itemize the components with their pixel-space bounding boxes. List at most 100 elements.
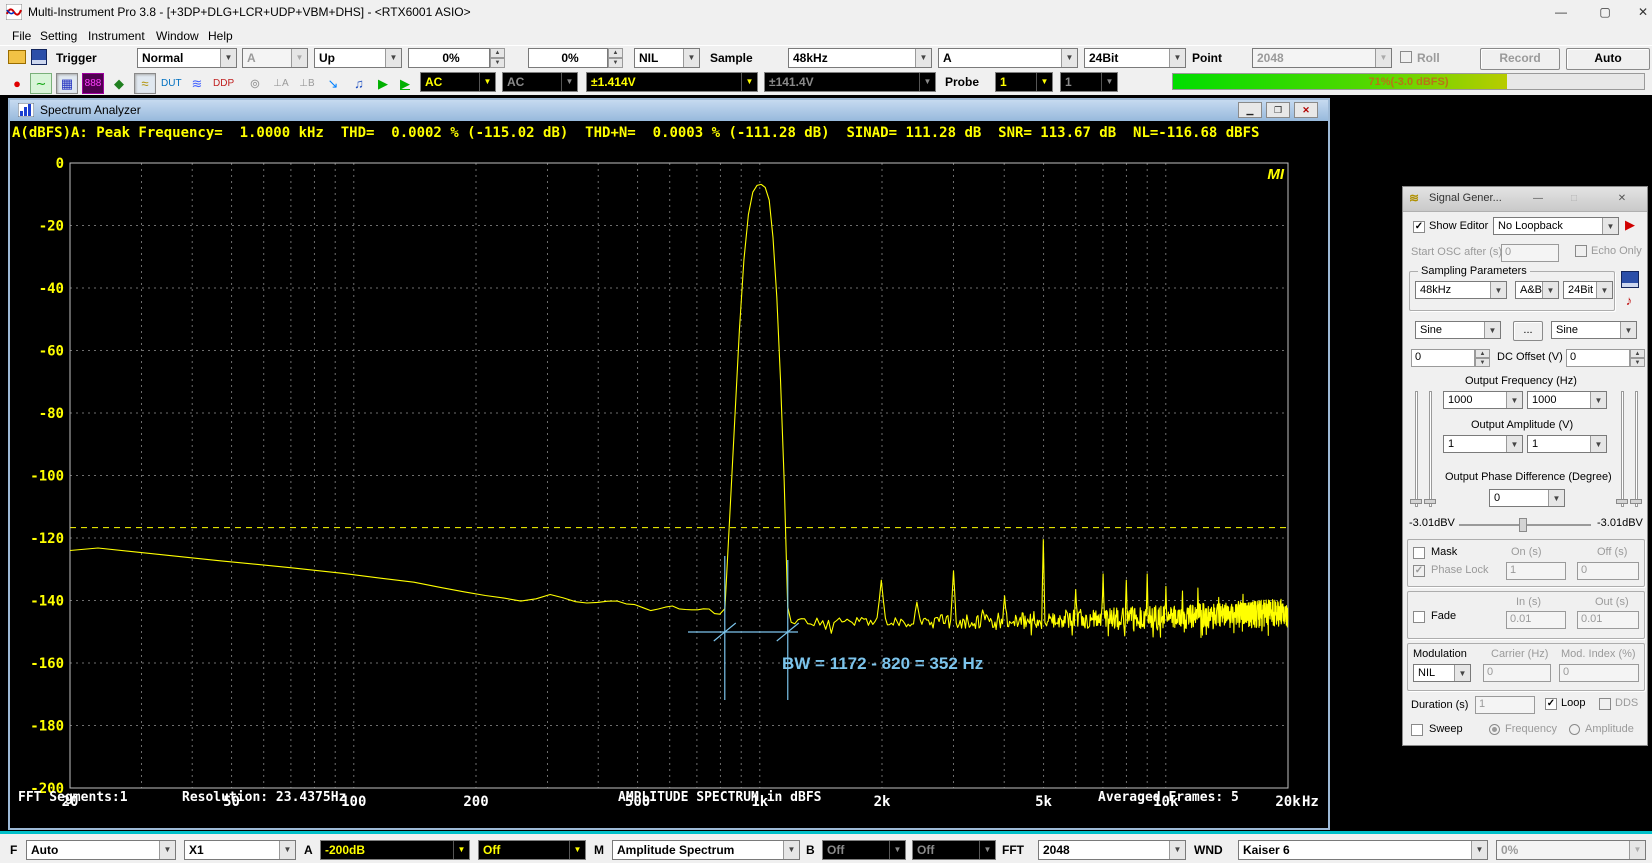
oscilloscope-icon[interactable]: ∼ xyxy=(30,73,52,94)
signal-generator-icon[interactable]: ≈ xyxy=(134,73,156,94)
restore-icon[interactable]: ❐ xyxy=(1266,102,1290,118)
dc-offset-b-spinner[interactable]: ▲▼ xyxy=(1630,349,1645,367)
save-icon[interactable] xyxy=(31,49,47,65)
window-function-select[interactable]: Kaiser 6▼ xyxy=(1238,840,1488,860)
generator-bits-select[interactable]: 24Bit▼ xyxy=(1563,281,1613,299)
spectrum-analyzer-icon[interactable]: ▦ xyxy=(56,73,78,94)
fade-out-input[interactable]: 0.01 xyxy=(1577,611,1639,629)
freq-axis-mode-select[interactable]: Auto▼ xyxy=(26,840,176,860)
device-test-plan-icon[interactable]: DUT xyxy=(160,73,182,94)
mod-index-input[interactable]: 0 xyxy=(1559,664,1639,682)
phase-select[interactable]: 0▼ xyxy=(1489,489,1565,507)
ddp-viewer-icon[interactable]: DDP xyxy=(212,73,234,94)
menu-setting[interactable]: Setting xyxy=(36,27,81,45)
roll-checkbox[interactable] xyxy=(1400,51,1412,63)
carrier-input[interactable]: 0 xyxy=(1483,664,1551,682)
fade-checkbox[interactable] xyxy=(1413,611,1425,623)
trigger-level-spinner[interactable]: ▲▼ xyxy=(490,48,505,68)
amplitude-b-select[interactable]: 1▼ xyxy=(1527,435,1607,453)
modulation-select[interactable]: NIL▼ xyxy=(1413,664,1471,682)
duration-input[interactable]: 1 xyxy=(1475,696,1535,714)
minimize-icon[interactable]: — xyxy=(1546,3,1576,21)
generator-rate-select[interactable]: 48kHz▼ xyxy=(1415,281,1507,299)
fader-a2-track[interactable] xyxy=(1429,391,1432,507)
phase-lock-checkbox[interactable] xyxy=(1413,565,1425,577)
frequency-b-select[interactable]: 1000▼ xyxy=(1527,391,1607,409)
trigger-source-select[interactable]: A▼ xyxy=(242,48,308,68)
range-a-select[interactable]: ±1.414V▼ xyxy=(586,72,758,92)
loop-checkbox[interactable] xyxy=(1545,698,1557,710)
run-loop-icon[interactable]: ▶ xyxy=(394,73,416,94)
fft-points-select[interactable]: 2048▼ xyxy=(1038,840,1186,860)
menu-help[interactable]: Help xyxy=(204,27,237,45)
dc-offset-a-spinner[interactable]: ▲▼ xyxy=(1475,349,1490,367)
record-icon[interactable]: ● xyxy=(6,73,28,94)
save-signal-icon[interactable] xyxy=(1621,271,1639,288)
maximize-icon[interactable]: ▢ xyxy=(1590,3,1620,21)
zoom-select[interactable]: X1▼ xyxy=(184,840,296,860)
fader-b2-handle[interactable] xyxy=(1630,499,1642,504)
amplitude-a-select[interactable]: 1▼ xyxy=(1443,435,1523,453)
echo-only-checkbox[interactable] xyxy=(1575,245,1587,257)
fader-a1-handle[interactable] xyxy=(1410,499,1422,504)
dc-offset-a-input[interactable]: 0 xyxy=(1411,349,1475,367)
probe-b-select[interactable]: 1▼ xyxy=(1060,72,1118,92)
coupling-b-select[interactable]: AC▼ xyxy=(502,72,578,92)
mask-on-input[interactable]: 1 xyxy=(1506,562,1566,580)
range-b-select[interactable]: ±141.4V▼ xyxy=(764,72,936,92)
mask-off-input[interactable]: 0 xyxy=(1577,562,1639,580)
start-osc-input[interactable]: 0 xyxy=(1501,244,1559,262)
loopback-select[interactable]: No Loopback▼ xyxy=(1493,217,1619,235)
fader-b1-track[interactable] xyxy=(1621,391,1624,507)
menu-window[interactable]: Window xyxy=(152,27,203,45)
derived-data-icon[interactable]: ≋ xyxy=(186,73,208,94)
waveform-a-select[interactable]: Sine▼ xyxy=(1415,321,1501,339)
trigger-edge-select[interactable]: Up▼ xyxy=(314,48,402,68)
points-select[interactable]: 2048▼ xyxy=(1252,48,1392,68)
mic-icon[interactable]: ⊚ xyxy=(244,73,266,94)
show-editor-checkbox[interactable] xyxy=(1413,221,1425,233)
fader-b2-track[interactable] xyxy=(1635,391,1638,507)
trigger-mode-select[interactable]: Normal▼ xyxy=(137,48,237,68)
menu-file[interactable]: File xyxy=(8,27,35,45)
b-range-select[interactable]: Off▼ xyxy=(822,840,906,860)
hpf-select[interactable]: NIL▼ xyxy=(634,48,700,68)
a-display-select[interactable]: Off▼ xyxy=(478,840,586,860)
xy-plot-icon[interactable]: ◆ xyxy=(108,73,130,94)
b-display-select[interactable]: Off▼ xyxy=(912,840,996,860)
balance-slider-handle[interactable] xyxy=(1519,518,1527,532)
fader-b1-handle[interactable] xyxy=(1616,499,1628,504)
spectrum-chart[interactable]: 20501002005001k2k5k10k20kHz0-20-40-60-80… xyxy=(10,121,1328,828)
auto-button[interactable]: Auto xyxy=(1566,48,1650,70)
minimize-icon[interactable]: ▁ xyxy=(1238,102,1262,118)
coupling-a-select[interactable]: AC▼ xyxy=(420,72,496,92)
run-icon[interactable]: ▶ xyxy=(372,73,394,94)
speaker-icon[interactable]: ♫ xyxy=(348,73,370,94)
fader-a2-handle[interactable] xyxy=(1424,499,1436,504)
maximize-icon[interactable]: □ xyxy=(1563,192,1585,206)
zero-a-icon[interactable]: ⊥A xyxy=(270,73,292,94)
close-icon[interactable]: ✕ xyxy=(1294,102,1318,118)
fader-a1-track[interactable] xyxy=(1415,391,1418,507)
sweep-amplitude-radio[interactable] xyxy=(1569,724,1580,735)
multimeter-icon[interactable]: 888 xyxy=(82,73,104,94)
zero-b-icon[interactable]: ⊥B xyxy=(296,73,318,94)
trigger-delay-spinner[interactable]: ▲▼ xyxy=(608,48,623,68)
spectrum-window-titlebar[interactable]: Spectrum Analyzer ▁ ❐ ✕ xyxy=(10,100,1328,121)
bit-depth-select[interactable]: 24Bit▼ xyxy=(1084,48,1186,68)
sweep-checkbox[interactable] xyxy=(1411,724,1423,736)
close-icon[interactable]: ✕ xyxy=(1611,192,1633,206)
record-button[interactable]: Record xyxy=(1480,48,1560,70)
frequency-a-select[interactable]: 1000▼ xyxy=(1443,391,1523,409)
measurement-select[interactable]: Amplitude Spectrum▼ xyxy=(612,840,800,860)
trigger-level-input[interactable]: 0% xyxy=(408,48,490,68)
waveform-b-select[interactable]: Sine▼ xyxy=(1551,321,1637,339)
sample-channel-select[interactable]: A▼ xyxy=(938,48,1078,68)
menu-instrument[interactable]: Instrument xyxy=(84,27,149,45)
minimize-icon[interactable]: — xyxy=(1527,192,1549,206)
probe-calibration-icon[interactable]: ↘ xyxy=(322,73,344,94)
close-icon[interactable]: ✕ xyxy=(1628,3,1652,21)
trigger-delay-input[interactable]: 0% xyxy=(528,48,608,68)
music-note-icon[interactable]: ♪ xyxy=(1621,293,1637,309)
open-folder-icon[interactable] xyxy=(8,50,26,64)
